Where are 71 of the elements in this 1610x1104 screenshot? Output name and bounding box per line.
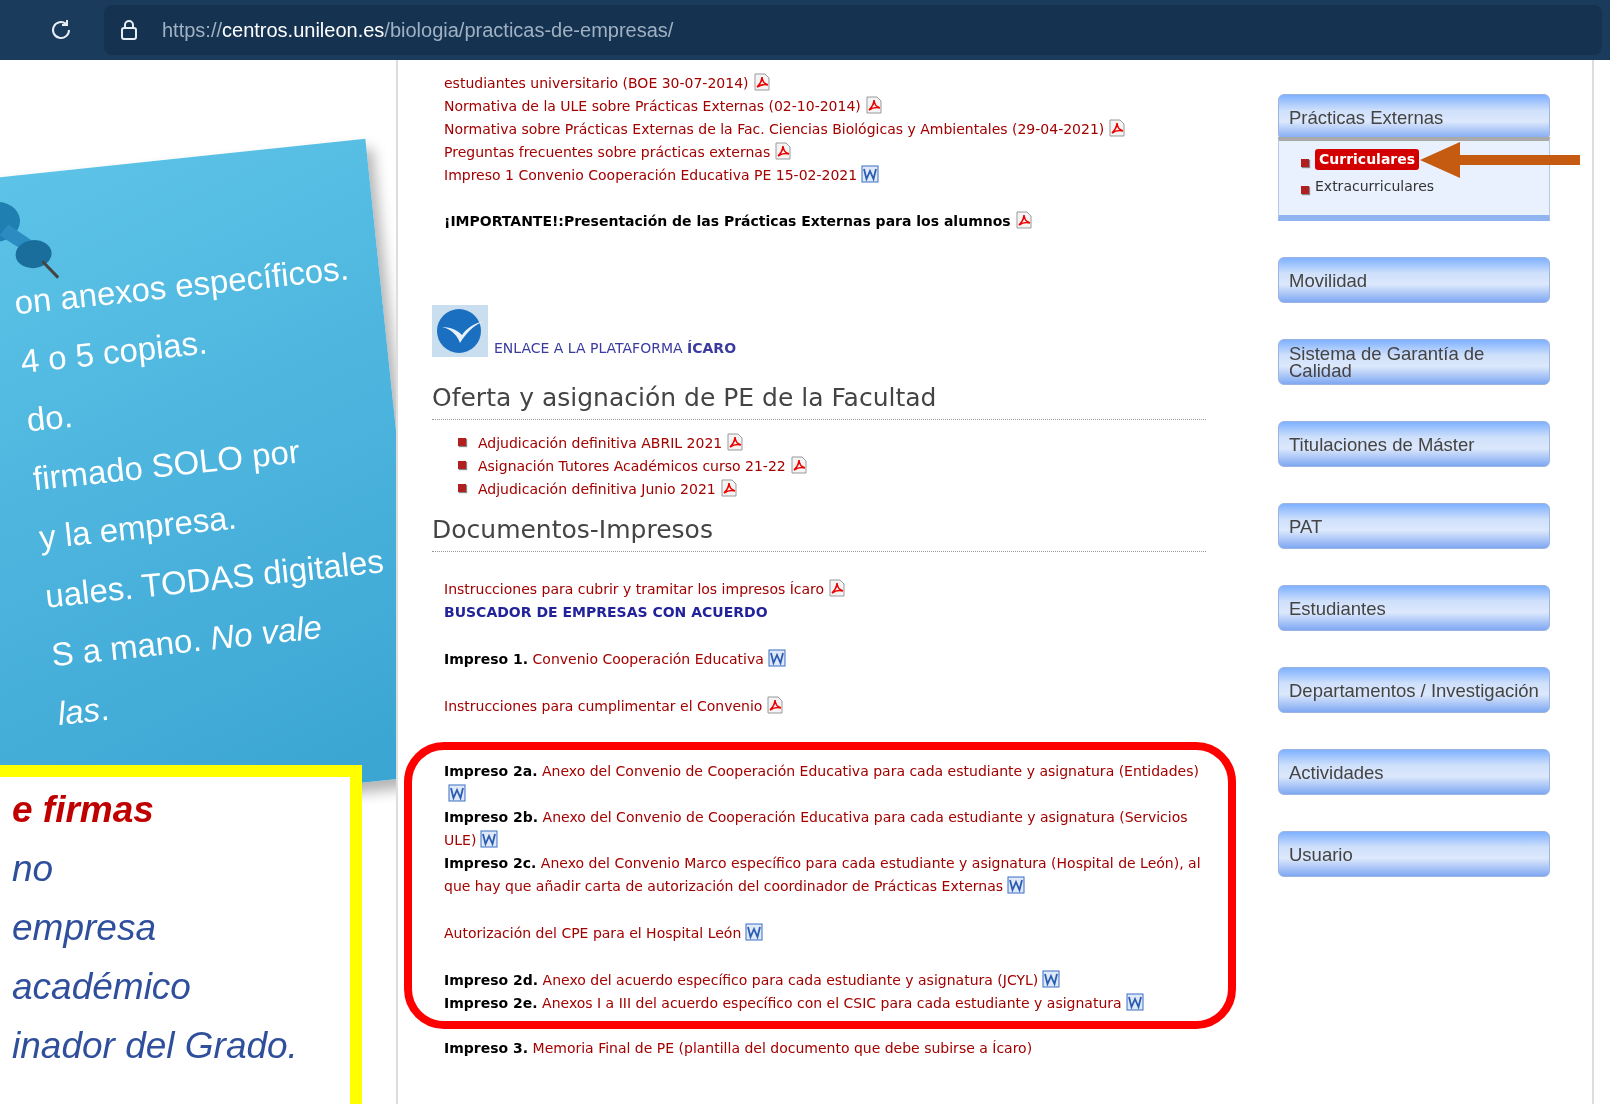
sidebar-menu-button[interactable]: Departamentos / Investigación	[1278, 667, 1550, 713]
pdf-icon[interactable]	[766, 696, 785, 714]
important-link[interactable]: ¡IMPORTANTE!:Presentación de las Prácticas Externas para los alumnos	[444, 213, 1011, 229]
document-link[interactable]: Impreso 2b. Anexo del Convenio de Cooperación Educativa para cada estudiante y asignatura (Servicios ULE)	[444, 806, 1206, 852]
word-icon[interactable]	[745, 923, 764, 941]
word-icon[interactable]	[1125, 993, 1144, 1011]
signature-box-text: inador del Grado.	[12, 1027, 299, 1064]
word-icon[interactable]	[480, 830, 499, 848]
document-link[interactable]: Impreso 2a. Anexo del Convenio de Cooperación Educativa para cada estudiante y asignatura (Entidades)	[444, 760, 1206, 806]
pdf-icon[interactable]	[726, 433, 745, 451]
bullet-icon	[1301, 185, 1309, 194]
sidebar-menu-button[interactable]: Sistema de Garantía de Calidad	[1278, 339, 1550, 385]
document-link[interactable]: Adjudicación definitiva ABRIL 2021	[478, 435, 723, 451]
sidebar-menu-button[interactable]: Estudiantes	[1278, 585, 1550, 631]
word-icon[interactable]	[1042, 970, 1061, 988]
document-link[interactable]: Autorización del CPE para el Hospital León	[444, 922, 1206, 945]
sidebar-menu-button[interactable]: Prácticas Externas	[1278, 94, 1550, 140]
pdf-icon[interactable]	[828, 579, 847, 597]
icaro-logo-icon[interactable]	[432, 305, 488, 357]
bullet-icon	[458, 461, 466, 469]
sidebar-menu-button[interactable]: Titulaciones de Máster	[1278, 421, 1550, 467]
document-link[interactable]: Impreso 1. Convenio Cooperación Educativa	[444, 648, 1206, 671]
submenu-item[interactable]: Curriculares	[1315, 149, 1420, 170]
note-text: las.	[56, 688, 112, 730]
sidebar-menu-button[interactable]: Actividades	[1278, 749, 1550, 795]
signature-box-text: empresa	[12, 909, 157, 946]
document-link[interactable]: Normativa de la ULE sobre Prácticas Externas (02-10-2014)	[444, 95, 1206, 118]
note-text: y la empresa.	[37, 497, 240, 554]
document-link[interactable]: Impreso 3. Memoria Final de PE (plantilla del documento que debe subirse a Ícaro)	[444, 1037, 1206, 1060]
sidebar-menu-button[interactable]: PAT	[1278, 503, 1550, 549]
document-link[interactable]: Asignación Tutores Académicos curso 21-22	[478, 458, 786, 474]
lock-icon	[120, 19, 138, 41]
signature-box-text: no	[12, 850, 55, 887]
document-link[interactable]: Preguntas frecuentes sobre prácticas externas	[444, 141, 1206, 164]
note-text: on anexos específicos.	[12, 248, 352, 320]
pdf-icon[interactable]	[752, 73, 771, 91]
word-icon[interactable]	[448, 784, 466, 802]
signature-box-text: académico	[12, 968, 192, 1005]
word-icon[interactable]	[861, 165, 880, 183]
pdf-icon[interactable]	[864, 96, 883, 114]
pdf-icon[interactable]	[1014, 211, 1033, 229]
document-link[interactable]: Adjudicación definitiva Junio 2021	[478, 481, 716, 497]
document-link[interactable]: Normativa sobre Prácticas Externas de la Fac. Ciencias Biológicas y Ambientales (29-04-2021)	[444, 118, 1206, 141]
bullet-icon	[458, 484, 466, 492]
pdf-icon[interactable]	[719, 479, 738, 497]
document-link[interactable]: Impreso 2c. Anexo del Convenio Marco específico para cada estudiante y asignatura (Hospital de León), al que hay que añadir carta de autorización del coordinador de Prácticas Externas	[444, 852, 1206, 898]
note-text: 4 o 5 copias.	[19, 322, 210, 378]
pdf-icon[interactable]	[789, 456, 808, 474]
document-link[interactable]: Impreso 2d. Anexo del acuerdo específico para cada estudiante y asignatura (JCYL)	[444, 969, 1206, 992]
sidebar-menu-button[interactable]: Movilidad	[1278, 257, 1550, 303]
bullet-icon	[1301, 158, 1309, 167]
sidebar-menu-button[interactable]: Usuario	[1278, 831, 1550, 877]
document-link[interactable]: Impreso 2e. Anexos I a III del acuerdo específico con el CSIC para cada estudiante y asignatura	[444, 992, 1206, 1015]
section-heading: Oferta y asignación de PE de la Facultad	[432, 383, 1206, 420]
pdf-icon[interactable]	[774, 142, 793, 160]
document-link[interactable]: Impreso 1 Convenio Cooperación Educativa PE 15-02-2021	[444, 164, 1206, 187]
document-link[interactable]: Instrucciones para cumplimentar el Convenio	[444, 695, 1206, 718]
submenu-item[interactable]: Extracurriculares	[1315, 176, 1435, 197]
word-icon[interactable]	[767, 649, 786, 667]
section-heading: Documentos-Impresos	[432, 515, 1206, 552]
document-link[interactable]: Instrucciones para cubrir y tramitar los impresos Ícaro	[444, 578, 1206, 601]
pdf-icon[interactable]	[1108, 119, 1127, 137]
address-bar[interactable]: https://centros.unileon.es/biologia/practicas-de-empresas/	[104, 5, 1602, 55]
document-link[interactable]: estudiantes universitario (BOE 30-07-2014)	[444, 72, 1206, 95]
bullet-icon	[458, 438, 466, 446]
word-icon[interactable]	[1007, 876, 1026, 894]
url-text: https://centros.unileon.es/biologia/practicas-de-empresas/	[162, 18, 674, 43]
signature-box-title: e firmas	[12, 791, 155, 828]
document-link[interactable]: BUSCADOR DE EMPRESAS CON ACUERDO	[444, 601, 1206, 624]
note-text: S a mano. No vale	[49, 608, 325, 672]
icaro-link[interactable]: ENLACE A LA PLATAFORMA ÍCARO	[494, 339, 737, 357]
